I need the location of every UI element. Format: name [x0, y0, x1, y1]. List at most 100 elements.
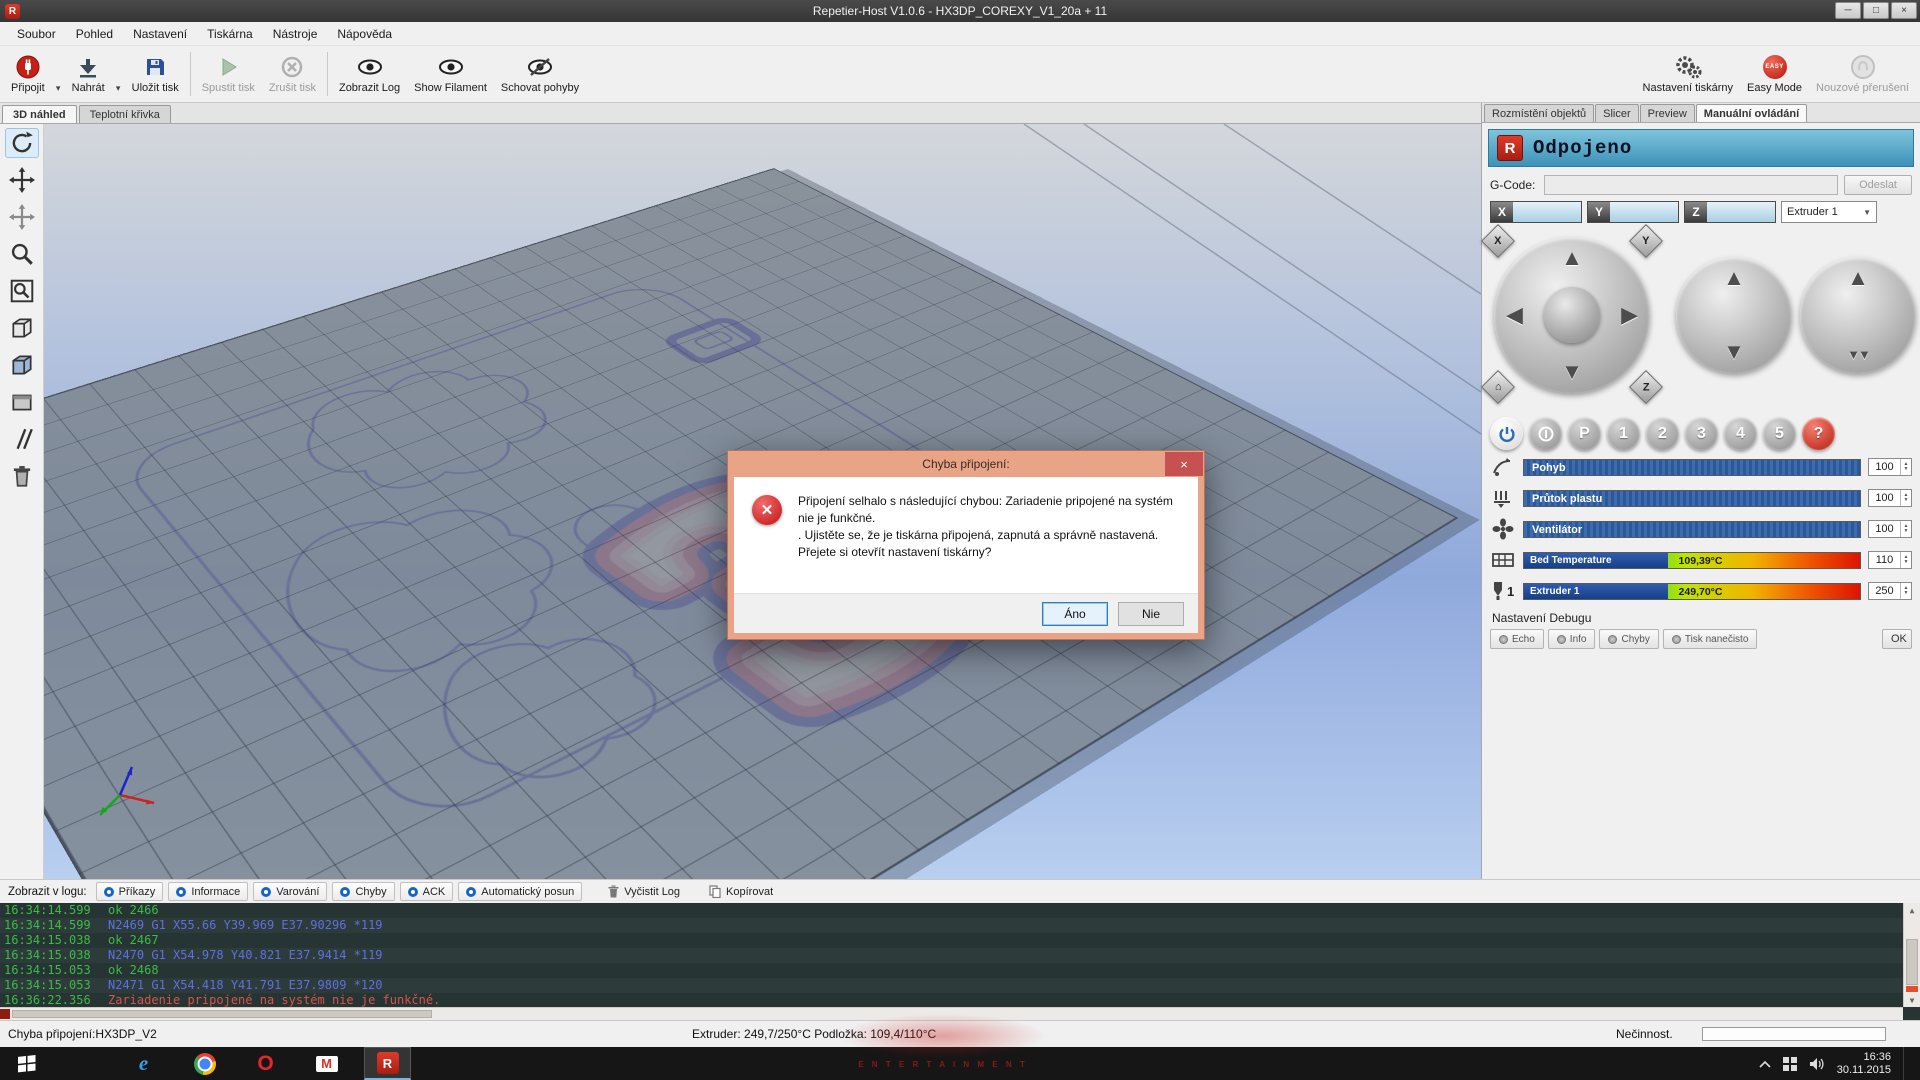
copy-log-button[interactable]: Kopírovat — [700, 882, 782, 901]
tab-3d-nahled[interactable]: 3D náhled — [2, 105, 77, 123]
zoom-button[interactable] — [5, 239, 39, 269]
jog-up-arrow-icon[interactable]: ▲ — [1561, 247, 1583, 269]
close-button[interactable]: × — [1891, 2, 1917, 19]
home-z-button[interactable]: Z — [1629, 370, 1663, 404]
help-button[interactable]: ? — [1802, 417, 1835, 450]
show-desktop-button[interactable] — [1903, 1047, 1910, 1080]
preset-5-button[interactable]: 5 — [1763, 417, 1796, 450]
flow-multiplier-slider[interactable]: Průtok plastu — [1523, 490, 1861, 507]
hide-travel-button[interactable]: Schovat pohyby — [494, 48, 586, 100]
filter-commands-button[interactable]: Příkazy — [96, 882, 164, 901]
maximize-button[interactable]: □ — [1863, 2, 1889, 19]
filter-autoscroll-button[interactable]: Automatický posun — [458, 882, 582, 901]
taskbar-ie[interactable]: e — [120, 1047, 167, 1080]
cancel-print-button[interactable]: Zrušit tisk — [262, 48, 323, 100]
jog-center-knob[interactable] — [1544, 287, 1600, 343]
debug-errors-button[interactable]: Chyby — [1599, 629, 1658, 649]
flow-value-box[interactable]: 100▲▼ — [1868, 489, 1912, 507]
menu-nastaveni[interactable]: Nastavení — [124, 24, 196, 44]
clock[interactable]: 16:36 30.11.2015 — [1837, 1051, 1891, 1077]
taskbar-chrome[interactable] — [181, 1047, 228, 1080]
start-print-button[interactable]: Spustit tisk — [195, 48, 262, 100]
log-horizontal-scrollbar[interactable] — [0, 1007, 1903, 1020]
jog-down-arrow-icon[interactable]: ▼ — [1561, 361, 1583, 383]
extrude-arrow-icon[interactable]: ▼▼ — [1847, 348, 1869, 361]
speed-multiplier-slider[interactable]: Pohyb — [1523, 459, 1861, 476]
home-y-button[interactable]: Y — [1629, 224, 1663, 258]
extruder-temperature-bar[interactable]: Extruder 1 249,70°C — [1523, 583, 1861, 600]
volume-button[interactable] — [1809, 1057, 1825, 1071]
start-button[interactable] — [0, 1047, 54, 1080]
load-button[interactable]: Nahrát — [65, 48, 112, 100]
log-vertical-scrollbar[interactable]: ▲ ▼ — [1903, 903, 1920, 1007]
save-print-button[interactable]: Uložit tisk — [125, 48, 186, 100]
zoom-fit-button[interactable] — [5, 276, 39, 306]
jog-left-arrow-icon[interactable]: ◀ — [1506, 304, 1523, 326]
fan-value-box[interactable]: 100▲▼ — [1868, 520, 1912, 538]
tab-manualni-ovladani[interactable]: Manuální ovládání — [1696, 104, 1807, 122]
clear-log-button[interactable]: Vyčistit Log — [599, 882, 689, 901]
menu-napoveda[interactable]: Nápověda — [328, 24, 401, 44]
preset-4-button[interactable]: 4 — [1724, 417, 1757, 450]
view-perspective-button[interactable] — [5, 313, 39, 343]
taskbar-gmail[interactable]: M — [303, 1047, 350, 1080]
view-front-button[interactable] — [5, 387, 39, 417]
load-dropdown-arrow-icon[interactable]: ▾ — [112, 48, 125, 100]
dialog-yes-button[interactable]: Áno — [1042, 602, 1108, 626]
log-output[interactable]: 16:34:14.599ok 2466 16:34:14.599N2469 G1… — [0, 903, 1920, 1020]
taskbar-repetier-host[interactable]: R — [364, 1047, 411, 1080]
debug-dry-run-button[interactable]: Tisk nanečisto — [1663, 629, 1758, 649]
home-x-button[interactable]: X — [1481, 224, 1515, 258]
atx-power-button[interactable] — [1529, 417, 1562, 450]
easy-mode-button[interactable]: EASY Easy Mode — [1740, 48, 1809, 100]
debug-echo-button[interactable]: Echo — [1490, 629, 1544, 649]
z-up-arrow-icon[interactable]: ▲ — [1723, 267, 1745, 289]
gcode-input[interactable] — [1544, 175, 1838, 195]
show-filament-button[interactable]: Show Filament — [407, 48, 494, 100]
extruder-select[interactable]: Extruder 1▼ — [1781, 201, 1877, 223]
bed-temperature-bar[interactable]: Bed Temperature 109,39°C — [1523, 552, 1861, 569]
menu-pohled[interactable]: Pohled — [67, 24, 122, 44]
speed-value-box[interactable]: 100▲▼ — [1868, 458, 1912, 476]
move-view-button[interactable] — [5, 165, 39, 195]
power-button[interactable] — [1490, 417, 1523, 450]
retract-arrow-icon[interactable]: ▲ — [1847, 267, 1869, 289]
z-down-arrow-icon[interactable]: ▼ — [1723, 341, 1745, 363]
tab-slicer[interactable]: Slicer — [1595, 104, 1639, 122]
filter-errors-button[interactable]: Chyby — [332, 882, 394, 901]
taskbar-opera[interactable]: O — [242, 1047, 289, 1080]
printer-settings-button[interactable]: Nastavení tiskárny — [1636, 48, 1740, 100]
park-button[interactable]: P — [1568, 417, 1601, 450]
tab-rozmisteni-objektu[interactable]: Rozmístění objektů — [1484, 104, 1594, 122]
filter-info-button[interactable]: Informace — [168, 882, 248, 901]
preset-1-button[interactable]: 1 — [1607, 417, 1640, 450]
fan-slider[interactable]: Ventilátor — [1523, 521, 1861, 538]
preset-2-button[interactable]: 2 — [1646, 417, 1679, 450]
show-hidden-icons-button[interactable] — [1759, 1060, 1771, 1068]
extruder-jog-pad[interactable]: ▲ ▼▼ — [1800, 257, 1916, 373]
preset-3-button[interactable]: 3 — [1685, 417, 1718, 450]
minimize-button[interactable]: ─ — [1835, 2, 1861, 19]
rotate-view-button[interactable] — [5, 128, 39, 158]
action-center-button[interactable] — [1783, 1057, 1797, 1071]
jog-right-arrow-icon[interactable]: ▶ — [1621, 304, 1638, 326]
send-gcode-button[interactable]: Odeslat — [1844, 175, 1912, 195]
delete-object-button[interactable] — [5, 461, 39, 491]
emergency-stop-button[interactable]: Nouzové přerušení — [1809, 48, 1916, 100]
show-log-button[interactable]: Zobrazit Log — [332, 48, 407, 100]
home-all-button[interactable]: ⌂ — [1481, 370, 1515, 404]
dialog-close-button[interactable]: × — [1165, 452, 1203, 476]
extruder-temperature-target-box[interactable]: 250▲▼ — [1868, 582, 1912, 600]
filter-warnings-button[interactable]: Varování — [253, 882, 327, 901]
tab-teplotni-krivka[interactable]: Teplotní křivka — [79, 105, 171, 123]
connect-button[interactable]: Připojit — [4, 48, 52, 100]
menu-nastroje[interactable]: Nástroje — [264, 24, 327, 44]
bed-temperature-target-box[interactable]: 110▲▼ — [1868, 551, 1912, 569]
tab-preview[interactable]: Preview — [1640, 104, 1695, 122]
menu-soubor[interactable]: Soubor — [8, 24, 65, 44]
move-object-button[interactable] — [5, 202, 39, 232]
xy-jog-pad[interactable]: ▲ ▼ ◀ ▶ — [1494, 237, 1650, 393]
filter-ack-button[interactable]: ACK — [400, 882, 454, 901]
z-jog-pad[interactable]: ▲ ▼ — [1676, 257, 1792, 373]
debug-ok-button[interactable]: OK — [1882, 629, 1912, 649]
